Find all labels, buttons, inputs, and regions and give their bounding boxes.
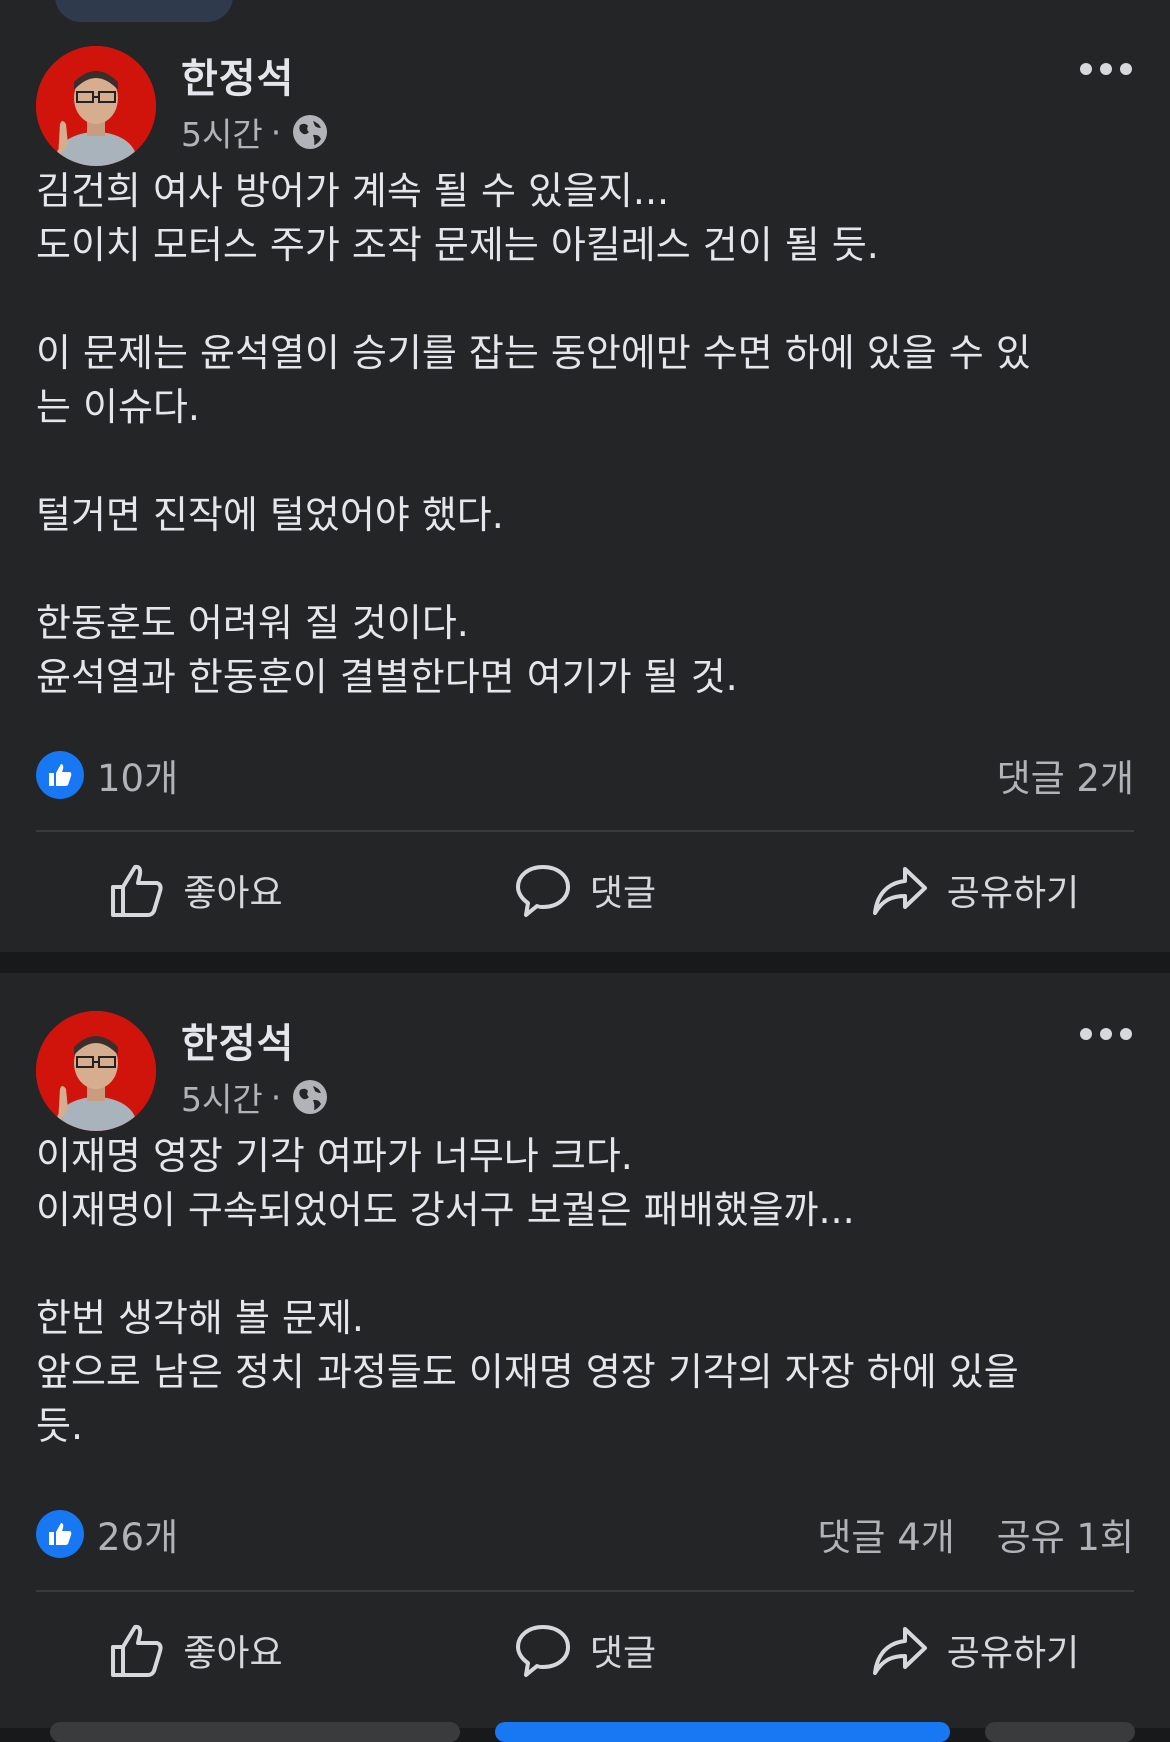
body-line: 도이치 모터스 주가 조작 문제는 아킬레스 건이 될 듯.: [36, 223, 879, 267]
body-line: 이 문제는 윤석열이 승기를 잡는 동안에만 수면 하에 있을 수 있: [36, 331, 1031, 375]
like-count[interactable]: 10개: [36, 748, 178, 802]
author-name[interactable]: 한정석: [181, 46, 294, 104]
like-button[interactable]: 좋아요: [0, 861, 390, 919]
comment-bubble-icon: [515, 1625, 570, 1677]
body-line: 듯.: [36, 1404, 84, 1448]
post-time[interactable]: 5시간: [181, 108, 263, 156]
meta-separator: ·: [270, 1077, 282, 1117]
like-label: 좋아요: [183, 1633, 283, 1674]
reaction-counts: 10개 댓글 2개: [36, 745, 1134, 805]
thumbs-up-icon: [111, 864, 163, 917]
body-line: 한번 생각해 볼 문제.: [36, 1296, 364, 1340]
body-line: 윤석열과 한동훈이 결별한다면 여기가 될 것.: [36, 655, 738, 699]
globe-icon: [293, 1080, 328, 1114]
more-options-icon[interactable]: [1080, 54, 1132, 84]
action-bar: 좋아요 댓글 공유하기: [0, 1600, 1170, 1700]
share-label: 공유하기: [946, 873, 1080, 914]
post-meta: 5시간 ·: [181, 108, 329, 156]
post-card: 한정석 5시간 · 이재명 영장 기각 여파가 너무나 크다. 이재명이 구속되…: [0, 973, 1170, 1728]
comment-button[interactable]: 댓글: [390, 1621, 780, 1679]
body-line: 는 이슈다.: [36, 385, 200, 429]
body-line: 김건희 여사 방어가 계속 될 수 있을지...: [36, 169, 670, 213]
more-options-icon[interactable]: [1080, 1019, 1132, 1049]
comment-button[interactable]: 댓글: [390, 861, 780, 919]
comment-share-counts: 댓글 4개 공유 1회: [787, 1507, 1134, 1561]
share-button[interactable]: 공유하기: [780, 861, 1170, 919]
share-arrow-icon: [872, 1627, 927, 1675]
like-label: 좋아요: [183, 873, 283, 914]
body-line: 한동훈도 어려워 질 것이다.: [36, 601, 469, 645]
thumbs-up-icon: [111, 1624, 163, 1677]
avatar-photo: [36, 46, 156, 166]
body-line: 이재명 영장 기각 여파가 너무나 크다.: [36, 1134, 633, 1178]
like-count-text: 26개: [97, 1516, 179, 1559]
divider: [36, 1590, 1134, 1592]
share-arrow-icon: [872, 867, 927, 915]
like-badge-icon: [36, 1510, 84, 1558]
comment-label: 댓글: [589, 873, 657, 914]
post-time[interactable]: 5시간: [181, 1073, 263, 1121]
like-button[interactable]: 좋아요: [0, 1621, 390, 1679]
globe-icon: [293, 115, 328, 149]
post-meta: 5시간 ·: [181, 1073, 329, 1121]
body-line: 털거면 진작에 털었어야 했다.: [36, 493, 504, 537]
comment-share-counts: 댓글 2개: [967, 748, 1134, 802]
body-line: 앞으로 남은 정치 과정들도 이재명 영장 기각의 자장 하에 있을: [36, 1350, 1019, 1394]
reaction-counts: 26개 댓글 4개 공유 1회: [36, 1504, 1134, 1564]
share-label: 공유하기: [946, 1633, 1080, 1674]
comment-bubble-icon: [515, 865, 570, 917]
post-body: 김건희 여사 방어가 계속 될 수 있을지... 도이치 모터스 주가 조작 문…: [36, 164, 1136, 704]
comment-count[interactable]: 댓글 4개: [817, 1516, 954, 1559]
avatar-photo: [36, 1011, 156, 1131]
action-bar: 좋아요 댓글 공유하기: [0, 840, 1170, 940]
next-chip[interactable]: [985, 1722, 1135, 1742]
share-button[interactable]: 공유하기: [780, 1621, 1170, 1679]
previous-post-button[interactable]: [55, 0, 233, 22]
divider: [36, 830, 1134, 832]
share-count[interactable]: 공유 1회: [997, 1516, 1134, 1559]
avatar[interactable]: [36, 1011, 156, 1131]
post-body: 이재명 영장 기각 여파가 너무나 크다. 이재명이 구속되었어도 강서구 보궐…: [36, 1129, 1136, 1453]
like-badge-icon: [36, 751, 84, 799]
comment-count[interactable]: 댓글 2개: [997, 757, 1134, 800]
next-chip[interactable]: [50, 1722, 460, 1742]
like-count-text: 10개: [97, 757, 179, 800]
post-separator: [0, 952, 1170, 973]
author-name[interactable]: 한정석: [181, 1011, 294, 1069]
previous-post-edge: [0, 0, 1170, 40]
post-card: 한정석 5시간 · 김건희 여사 방어가 계속 될 수 있을지... 도이치 모…: [0, 40, 1170, 952]
next-chip-primary[interactable]: [495, 1722, 950, 1742]
comment-label: 댓글: [589, 1633, 657, 1674]
body-line: 이재명이 구속되었어도 강서구 보궐은 패배했을까...: [36, 1188, 855, 1232]
meta-separator: ·: [270, 112, 282, 152]
next-content-edge: [0, 1718, 1170, 1742]
like-count[interactable]: 26개: [36, 1507, 178, 1561]
avatar[interactable]: [36, 46, 156, 166]
